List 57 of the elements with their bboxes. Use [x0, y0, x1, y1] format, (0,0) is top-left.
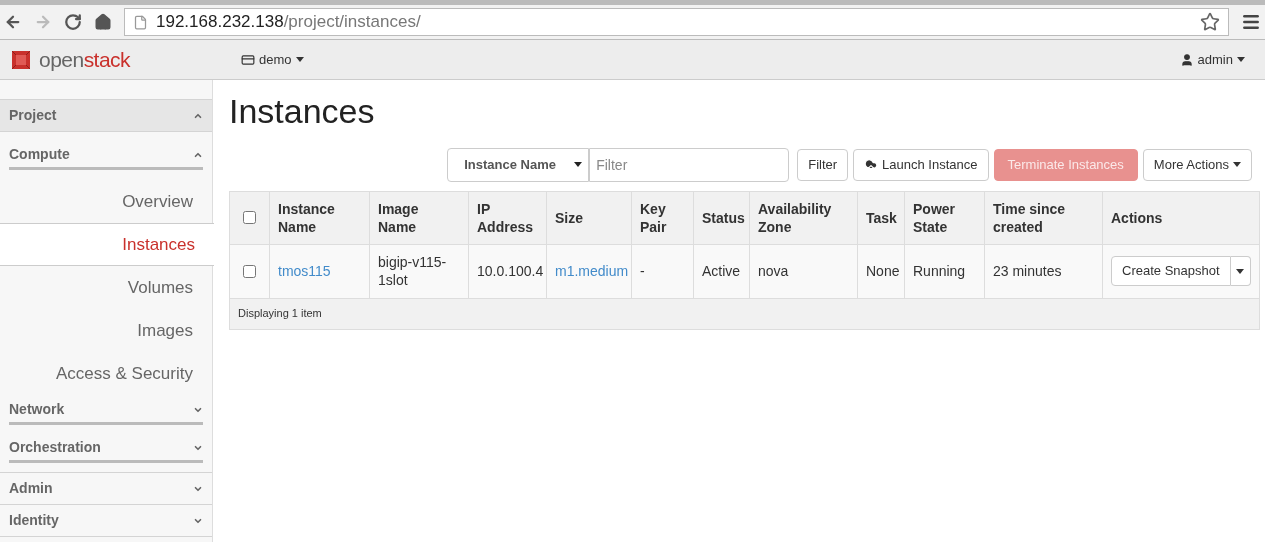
bookmark-star-icon[interactable]: [1200, 12, 1220, 32]
caret-icon: [1233, 162, 1241, 167]
table-link[interactable]: tmos115: [278, 263, 331, 279]
actions-dropdown-button[interactable]: [1230, 256, 1251, 286]
more-actions-button[interactable]: More Actions: [1142, 148, 1252, 181]
caret-icon: [574, 162, 583, 167]
user-menu[interactable]: admin: [1179, 49, 1245, 70]
table-cell: 23 minutes: [993, 263, 1062, 279]
address-bar[interactable]: 192.168.232.138/project/instances/: [124, 8, 1229, 36]
table-cell: -: [640, 263, 645, 279]
project-switcher[interactable]: demo: [241, 49, 304, 70]
panel-header[interactable]: Orchestration: [9, 435, 203, 463]
table-cell: nova: [758, 263, 789, 279]
launch-button[interactable]: Launch Instance: [853, 148, 989, 181]
column-header: IP Address: [477, 200, 534, 235]
create-snapshot-button[interactable]: Create Snapshot: [1111, 256, 1231, 286]
back-icon[interactable]: [4, 13, 22, 31]
filter-select[interactable]: Instance Name: [447, 147, 590, 182]
menu-icon[interactable]: [1241, 12, 1261, 32]
nav-item[interactable]: Overview: [0, 180, 212, 223]
row-checkbox[interactable]: [243, 211, 256, 224]
table-cell: None: [866, 263, 900, 279]
nav-item[interactable]: Volumes: [0, 266, 212, 309]
column-header: Task: [866, 209, 897, 226]
table-cell: 10.0.100.4: [477, 263, 544, 279]
table-cell: Active: [702, 263, 741, 279]
nav-item[interactable]: Instances: [0, 223, 214, 266]
column-header: Time since created: [993, 200, 1066, 235]
column-header: Power State: [913, 200, 955, 235]
caret-icon: [1237, 57, 1245, 62]
card-icon: [241, 52, 255, 67]
page-icon: [133, 14, 148, 30]
table-cell: bigip-v115-1slot: [378, 254, 447, 288]
column-header: Instance Name: [278, 200, 335, 235]
filter-button[interactable]: Filter: [797, 148, 849, 181]
column-header: Image Name: [378, 200, 419, 235]
dashboard-header[interactable]: Project: [0, 99, 212, 132]
nav-item[interactable]: Images: [0, 309, 212, 352]
filter-field[interactable]: Filter: [589, 147, 790, 182]
home-icon[interactable]: [94, 13, 112, 31]
column-header: Key Pair: [640, 200, 667, 235]
panel-header[interactable]: Compute: [9, 142, 203, 170]
reload-icon[interactable]: [64, 13, 82, 31]
panel-header[interactable]: Network: [9, 397, 203, 425]
caret-icon: [295, 57, 304, 62]
user-icon: [1179, 52, 1194, 67]
page-title: Instances: [229, 91, 376, 132]
column-header: Size: [555, 209, 583, 226]
column-header: Status: [702, 209, 745, 226]
column-header: Availability Zone: [758, 200, 832, 235]
column-header: Actions: [1111, 209, 1163, 226]
caret-icon: [1236, 268, 1245, 274]
logo-text[interactable]: openstack: [39, 49, 130, 70]
nav-item[interactable]: Access & Security: [0, 352, 212, 395]
table-footer-text: Displaying 1 item: [238, 307, 322, 320]
row-checkbox[interactable]: [243, 264, 256, 278]
table-cell: Running: [913, 263, 966, 279]
